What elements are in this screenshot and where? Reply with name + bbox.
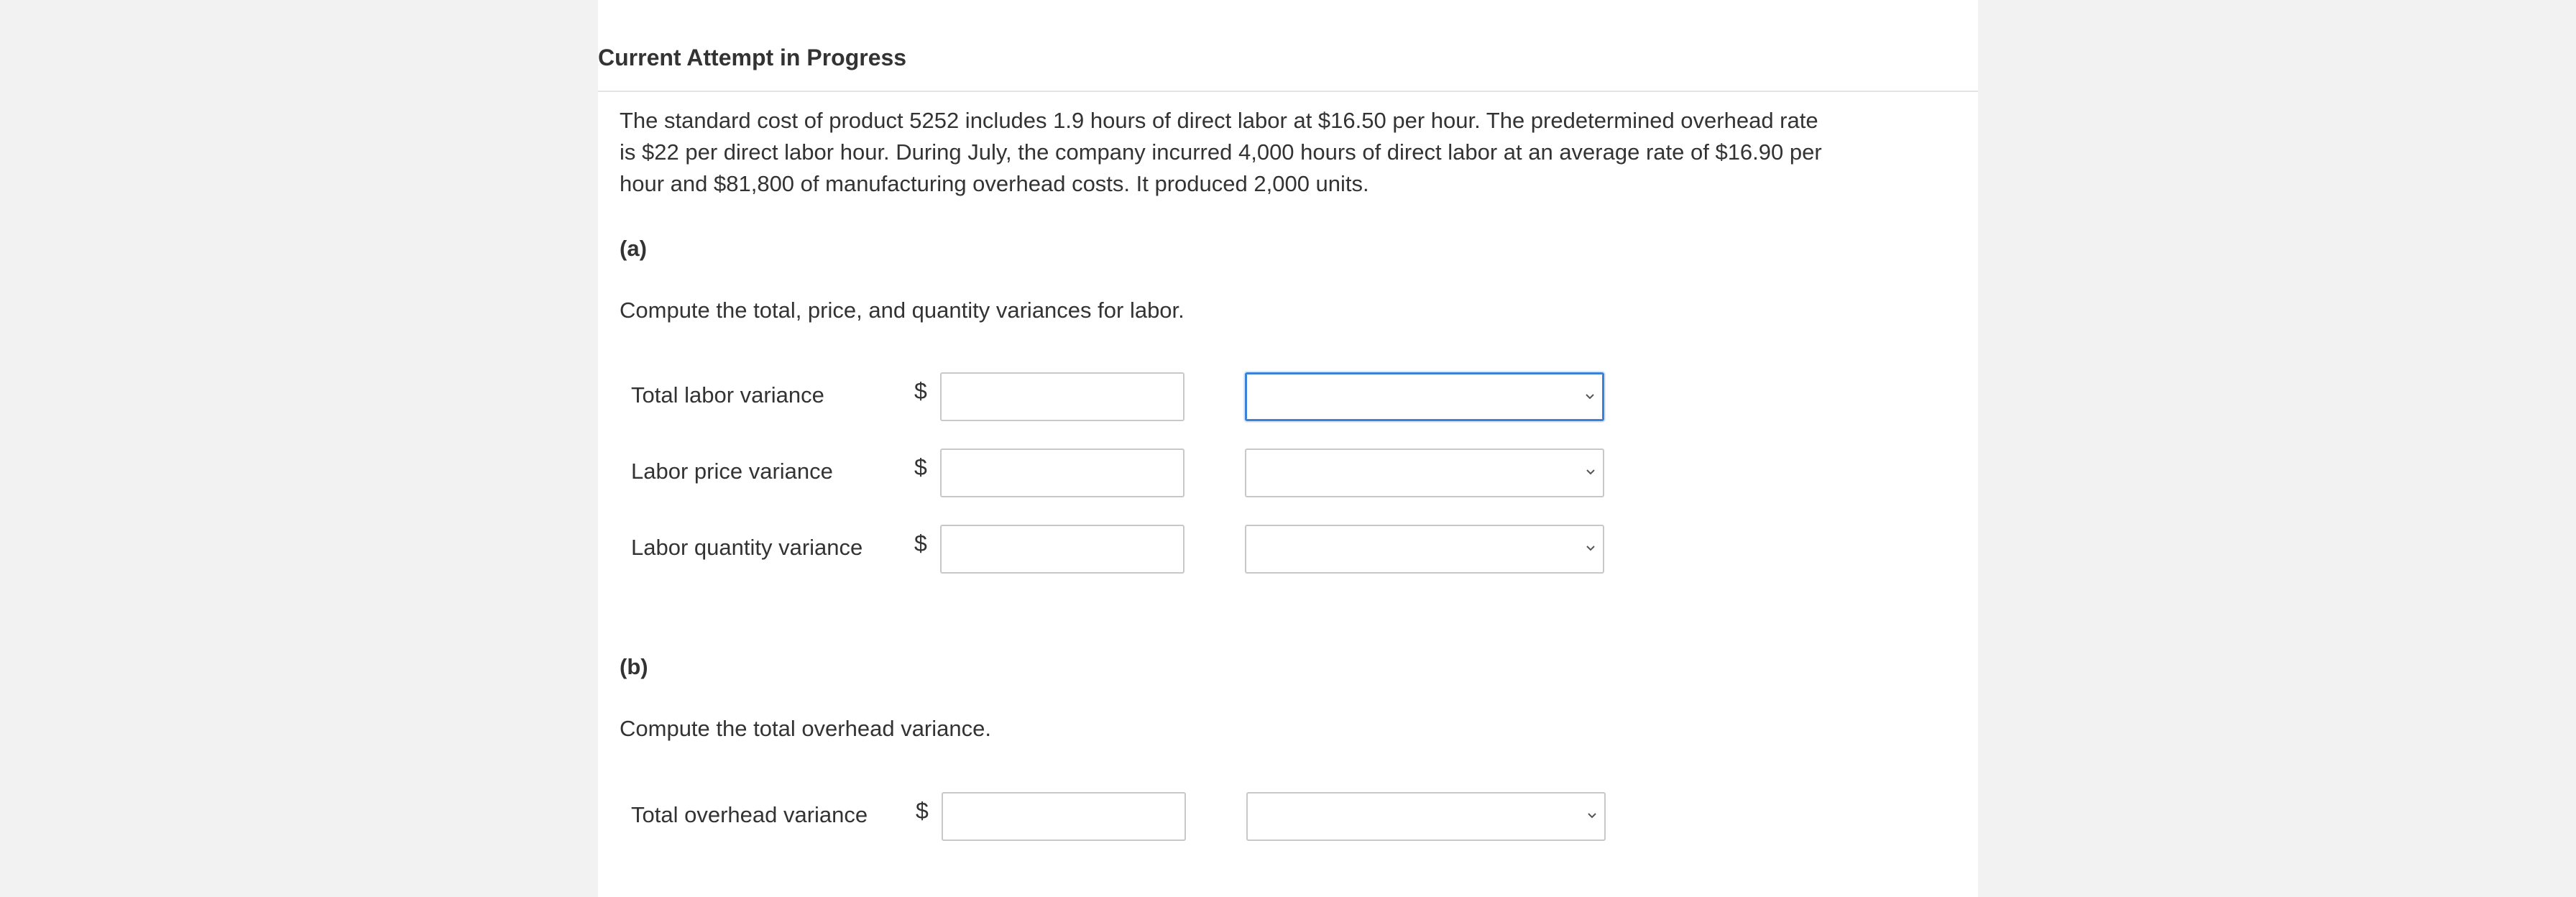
chevron-down-icon (1586, 469, 1595, 475)
chevron-down-icon (1588, 813, 1596, 819)
currency-symbol: $ (916, 798, 929, 824)
question-panel: Current Attempt in Progress The standard… (598, 0, 1978, 897)
labor-price-variance-select[interactable] (1245, 448, 1604, 497)
part-b-instruction: Compute the total overhead variance. (620, 716, 991, 741)
total-labor-variance-select[interactable] (1245, 372, 1604, 421)
attempt-header: Current Attempt in Progress (598, 0, 1978, 92)
labor-quantity-variance-input[interactable] (940, 525, 1184, 574)
total-overhead-variance-row: Total overhead variance $ (598, 792, 1978, 841)
currency-symbol: $ (914, 454, 927, 480)
part-a-instruction: Compute the total, price, and quantity v… (620, 298, 1184, 323)
total-labor-variance-label: Total labor variance (631, 382, 824, 408)
total-overhead-variance-select[interactable] (1246, 792, 1606, 841)
labor-quantity-variance-select[interactable] (1245, 525, 1604, 574)
total-overhead-variance-label: Total overhead variance (631, 802, 868, 827)
labor-price-variance-row: Labor price variance $ (598, 448, 1978, 497)
labor-quantity-variance-label: Labor quantity variance (631, 535, 863, 560)
part-a-label: (a) (620, 236, 647, 261)
total-labor-variance-input[interactable] (940, 372, 1184, 421)
total-overhead-variance-input[interactable] (942, 792, 1186, 841)
chevron-down-icon (1586, 394, 1594, 400)
currency-symbol: $ (914, 378, 927, 404)
part-b-label: (b) (620, 654, 648, 679)
question-text: The standard cost of product 5252 includ… (620, 108, 1822, 196)
labor-quantity-variance-row: Labor quantity variance $ (598, 525, 1978, 574)
chevron-down-icon (1586, 546, 1595, 551)
attempt-title: Current Attempt in Progress (598, 45, 907, 70)
currency-symbol: $ (914, 530, 927, 556)
labor-price-variance-input[interactable] (940, 448, 1184, 497)
labor-price-variance-label: Labor price variance (631, 459, 833, 484)
total-labor-variance-row: Total labor variance $ (598, 372, 1978, 421)
